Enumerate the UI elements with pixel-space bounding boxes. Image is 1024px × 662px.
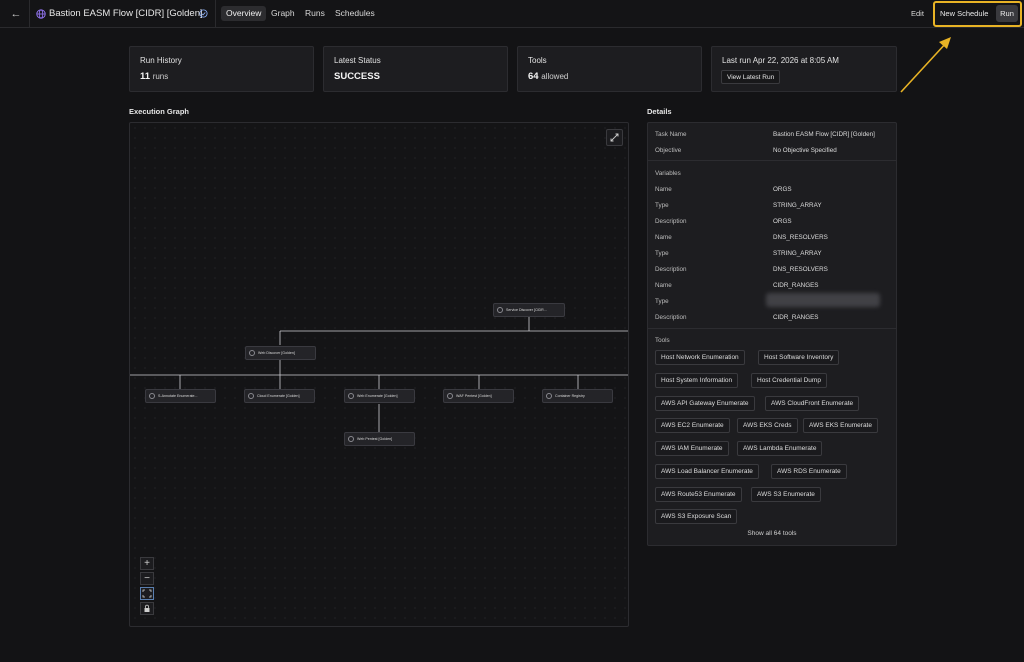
graph-edges	[130, 317, 628, 432]
globe-icon	[36, 9, 46, 19]
show-all-tools-link[interactable]: Show all 64 tools	[648, 530, 896, 537]
tool-chip[interactable]: Host Network Enumeration	[655, 350, 745, 365]
variable-key: Type	[655, 202, 669, 209]
tool-chip[interactable]: AWS S3 Exposure Scan	[655, 509, 738, 524]
edit-button[interactable]: Edit	[911, 9, 924, 18]
details-title: Details	[647, 107, 672, 116]
tools-card: Tools 64 allowed	[517, 46, 702, 92]
tool-chip[interactable]: AWS IAM Enumerate	[655, 441, 729, 456]
graph-node[interactable]: Web Discover [Golden]	[245, 346, 316, 360]
tool-chip[interactable]: Host System Information	[655, 373, 739, 388]
top-bar: ← Bastion EASM Flow [CIDR] [Golden] Over…	[0, 0, 1024, 28]
expand-icon[interactable]	[606, 129, 623, 146]
node-icon	[546, 393, 552, 399]
variable-key: Name	[655, 282, 672, 289]
tab-schedules[interactable]: Schedules	[330, 6, 380, 21]
annotation-arrow-icon	[900, 37, 951, 93]
tool-chip[interactable]: AWS RDS Enumerate	[771, 464, 847, 479]
new-schedule-button[interactable]: New Schedule	[937, 6, 991, 22]
variable-key: Type	[655, 250, 669, 257]
execution-graph-canvas[interactable]: Service Discover [CIDR... Web Discover […	[129, 122, 629, 627]
graph-node[interactable]: Web Pentest [Golden]	[344, 432, 415, 446]
tab-runs[interactable]: Runs	[300, 6, 330, 21]
tool-chip[interactable]: AWS Route53 Enumerate	[655, 487, 742, 502]
tab-graph[interactable]: Graph	[266, 6, 300, 21]
node-icon	[348, 436, 354, 442]
variable-value: CIDR_RANGES	[773, 282, 819, 289]
variable-key: Description	[655, 314, 687, 321]
latest-status-card: Latest Status SUCCESS	[323, 46, 508, 92]
run-button[interactable]: Run	[996, 5, 1018, 22]
last-run-card: Last run Apr 22, 2026 at 8:05 AM View La…	[711, 46, 897, 92]
tools-value: 64 allowed	[528, 71, 569, 82]
variable-value: ORGS	[773, 186, 792, 193]
tools-label: Tools	[655, 337, 670, 344]
variable-value: CIDR_RANGES	[773, 314, 819, 321]
variables-label: Variables	[655, 170, 681, 177]
graph-node[interactable]: S-Annotate Enumerate...	[145, 389, 216, 403]
divider	[648, 328, 896, 329]
tools-label: Tools	[528, 56, 547, 65]
run-history-value: 11 runs	[140, 71, 169, 82]
tool-chip[interactable]: AWS Load Balancer Enumerate	[655, 464, 759, 479]
tool-chip[interactable]: Host Software Inventory	[758, 350, 840, 365]
fit-view-icon[interactable]	[140, 587, 154, 600]
variable-value: ORGS	[773, 218, 792, 225]
divider	[215, 0, 216, 28]
node-icon	[249, 350, 255, 356]
run-history-card: Run History 11 runs	[129, 46, 314, 92]
zoom-in-button[interactable]: +	[140, 557, 154, 570]
tool-chip[interactable]: AWS EKS Creds	[737, 418, 798, 433]
tool-chip[interactable]: AWS CloudFront Enumerate	[765, 396, 860, 411]
variable-key: Name	[655, 234, 672, 241]
lock-icon[interactable]	[140, 602, 154, 615]
latest-status-value: SUCCESS	[334, 71, 380, 82]
tool-chip[interactable]: AWS EKS Enumerate	[803, 418, 878, 433]
tool-chip[interactable]: AWS Lambda Enumerate	[737, 441, 823, 456]
node-icon	[248, 393, 254, 399]
variable-value: STRING_ARRAY	[773, 250, 822, 257]
node-icon	[149, 393, 155, 399]
redacted-value	[766, 293, 880, 307]
details-panel: Task Name Bastion EASM Flow [CIDR] [Gold…	[647, 122, 897, 546]
divider	[648, 160, 896, 161]
tool-chip[interactable]: AWS EC2 Enumerate	[655, 418, 730, 433]
variable-key: Name	[655, 186, 672, 193]
latest-status-label: Latest Status	[334, 56, 381, 65]
tool-chip[interactable]: AWS API Gateway Enumerate	[655, 396, 755, 411]
variable-value: DNS_RESOLVERS	[773, 234, 828, 241]
zoom-out-button[interactable]: −	[140, 572, 154, 585]
task-name-value: Bastion EASM Flow [CIDR] [Golden]	[773, 131, 875, 138]
verified-check-icon	[199, 9, 208, 18]
node-icon	[348, 393, 354, 399]
variable-key: Type	[655, 298, 669, 305]
last-run-label: Last run Apr 22, 2026 at 8:05 AM	[722, 56, 839, 65]
variable-key: Description	[655, 218, 687, 225]
variable-key: Description	[655, 266, 687, 273]
back-arrow-icon[interactable]: ←	[9, 7, 23, 21]
objective-label: Objective	[655, 147, 682, 154]
run-history-label: Run History	[140, 56, 182, 65]
graph-node[interactable]: Container Registry	[542, 389, 613, 403]
graph-node[interactable]: Cloud Enumerate [Golden]	[244, 389, 315, 403]
tool-chip[interactable]: Host Credential Dump	[751, 373, 827, 388]
graph-node[interactable]: WAF Pentest [Golden]	[443, 389, 514, 403]
graph-node[interactable]: Web Enumerate [Golden]	[344, 389, 415, 403]
variable-value: STRING_ARRAY	[773, 202, 822, 209]
node-icon	[447, 393, 453, 399]
divider	[29, 0, 30, 28]
tab-overview[interactable]: Overview	[221, 6, 267, 21]
objective-value: No Objective Specified	[773, 147, 837, 154]
tool-chip[interactable]: AWS S3 Enumerate	[751, 487, 821, 502]
page-title: Bastion EASM Flow [CIDR] [Golden]	[49, 8, 203, 19]
task-name-label: Task Name	[655, 131, 687, 138]
view-latest-run-button[interactable]: View Latest Run	[721, 70, 781, 84]
graph-node[interactable]: Service Discover [CIDR...	[493, 303, 565, 317]
node-icon	[497, 307, 503, 313]
variable-value: DNS_RESOLVERS	[773, 266, 828, 273]
execution-graph-title: Execution Graph	[129, 107, 190, 116]
